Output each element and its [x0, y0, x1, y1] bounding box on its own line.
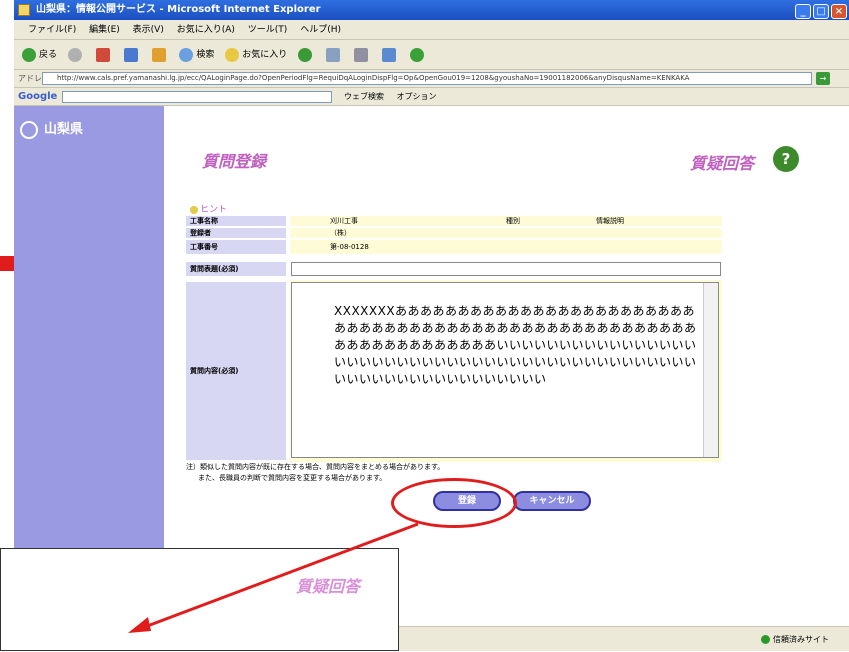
construction-number-label: 工事番号 [186, 240, 286, 254]
inset-title: 質疑回答 [296, 577, 361, 596]
menu-view[interactable]: 表示(V) [133, 25, 164, 35]
menu-file[interactable]: ファイル(F) [28, 25, 76, 35]
menu-edit[interactable]: 編集(E) [89, 25, 120, 35]
media-icon [298, 47, 313, 62]
messenger-button[interactable] [409, 40, 427, 70]
toolbar: 戻る 検索 お気に入り [14, 40, 849, 70]
google-logo[interactable]: Google [18, 88, 57, 106]
go-button[interactable]: → [816, 72, 830, 85]
inset-window [0, 548, 399, 651]
media-button[interactable] [298, 40, 315, 70]
star-icon [225, 47, 240, 62]
window-title: 山梨県：情報公開サービス - Microsoft Internet Explor… [36, 4, 321, 15]
home-icon [151, 47, 166, 62]
maximize-button[interactable]: □ [813, 4, 829, 19]
refresh-button[interactable] [123, 40, 141, 70]
edit-icon [381, 47, 396, 62]
question-form: 工事名称 刈川工事 種別 情報説明 登録者 （株） 工事番号 第-08-0128… [186, 216, 722, 462]
lightbulb-icon [190, 205, 198, 214]
type-label: 種別 [506, 217, 520, 225]
registrant-label: 登録者 [186, 228, 286, 238]
hint-link[interactable]: ヒント [190, 202, 227, 215]
print-icon [353, 47, 368, 62]
search-button[interactable]: 検索 [179, 40, 214, 70]
stop-icon [95, 47, 110, 62]
menu-bar: ファイル(F) 編集(E) 表示(V) お気に入り(A) ツール(T) ヘルプ(… [14, 20, 849, 40]
body-label: 質問内容(必須) [186, 282, 286, 460]
google-toolbar: Google ウェブ検索 オプション [14, 88, 849, 106]
window-titlebar: 山梨県：情報公開サービス - Microsoft Internet Explor… [14, 0, 849, 20]
stop-button[interactable] [95, 40, 113, 70]
ie-icon [18, 4, 30, 16]
menu-help[interactable]: ヘルプ(H) [300, 25, 341, 35]
address-label: アドレス(D) [18, 74, 63, 83]
section-title: 質疑回答 [690, 154, 755, 173]
construction-number-value: 第-08-0128 [290, 240, 722, 254]
messenger-icon [409, 47, 424, 62]
help-icon[interactable]: ? [773, 146, 799, 172]
body-textarea[interactable]: XXXXXXXあああああああああああああああああああああああああああああああああ… [291, 282, 719, 458]
highlight-circle [391, 478, 517, 528]
trusted-zone-icon [761, 635, 770, 644]
minimize-button[interactable]: _ [795, 4, 811, 19]
notice-text: 注）類似した質問内容が既に存在する場合、質問内容をまとめる場合があります。 また… [186, 463, 445, 482]
address-input[interactable]: http://www.cals.pref.yamanashi.lg.jp/ecc… [42, 72, 812, 85]
search-icon [179, 47, 194, 62]
back-arrow-icon [22, 47, 36, 62]
menu-favorites[interactable]: お気に入り(A) [177, 25, 235, 35]
page-title: 質問登録 [202, 152, 267, 171]
window-controls: _ □ × [793, 2, 847, 20]
construction-name-value: 刈川工事 種別 情報説明 [290, 216, 722, 226]
red-marker [0, 256, 14, 271]
subject-input[interactable] [291, 262, 721, 276]
google-search-input[interactable] [62, 91, 332, 103]
google-options-button[interactable]: オプション [397, 92, 437, 101]
textarea-scrollbar[interactable] [703, 283, 718, 457]
close-button[interactable]: × [831, 4, 847, 19]
favorites-button[interactable]: お気に入り [225, 40, 287, 70]
subject-label: 質問表題(必須) [186, 262, 286, 276]
security-zone: 信頼済みサイト [761, 627, 829, 652]
google-web-search-button[interactable]: ウェブ検索 [344, 92, 384, 101]
site-logo: 山梨県 [20, 118, 150, 142]
edit-button[interactable] [381, 40, 399, 70]
refresh-icon [123, 47, 138, 62]
registrant-value: （株） [290, 228, 722, 238]
address-bar: アドレス(D) http://www.cals.pref.yamanashi.l… [14, 70, 849, 88]
construction-name-label: 工事名称 [186, 216, 286, 226]
prefecture-emblem-icon [20, 120, 38, 139]
forward-arrow-icon [67, 47, 82, 62]
mail-button[interactable] [326, 40, 343, 70]
status-bar: 信頼済みサイト [399, 626, 849, 651]
type-value: 情報説明 [596, 217, 624, 225]
mail-icon [326, 47, 341, 62]
back-button[interactable]: 戻る [22, 40, 57, 70]
print-button[interactable] [353, 40, 371, 70]
menu-tools[interactable]: ツール(T) [248, 25, 288, 35]
home-button[interactable] [151, 40, 169, 70]
forward-button[interactable] [67, 40, 85, 70]
cancel-button[interactable]: キャンセル [513, 491, 591, 511]
